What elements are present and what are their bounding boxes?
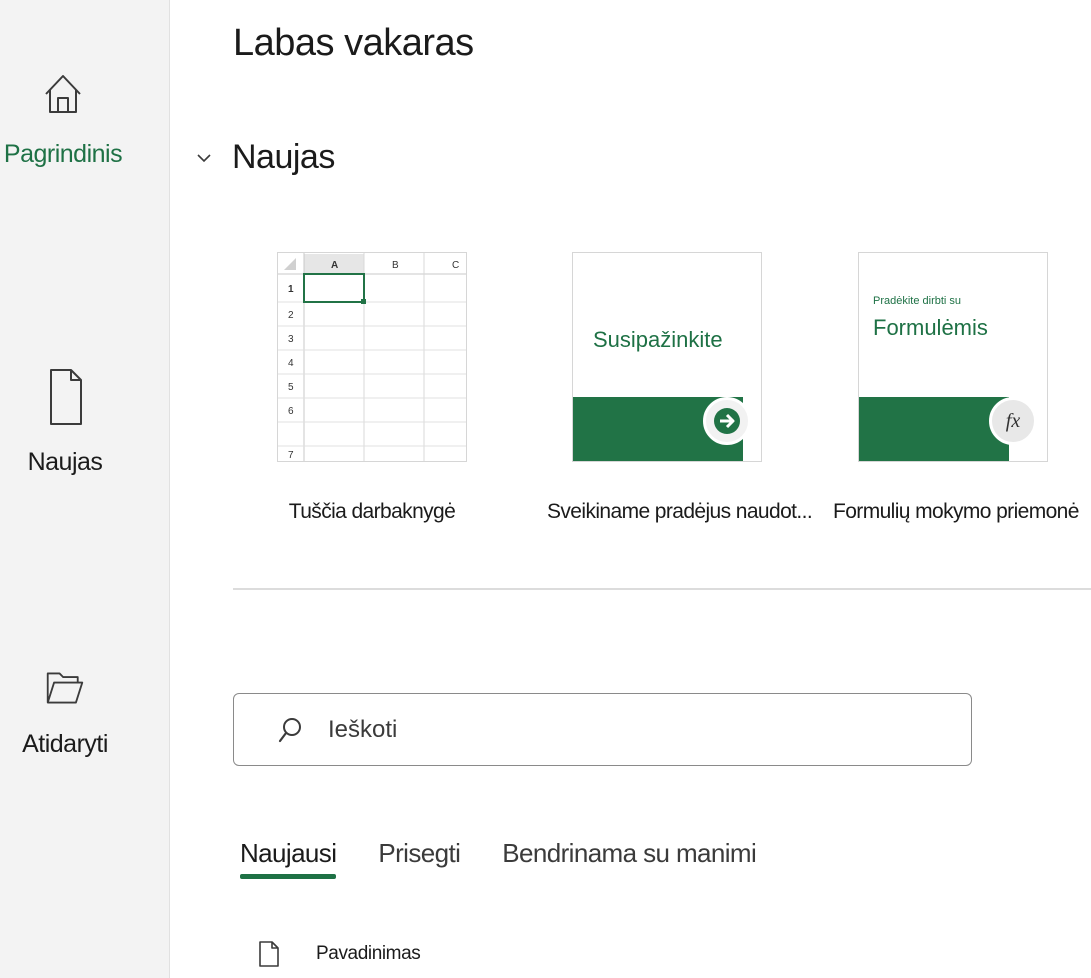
thumbnail-subtitle: Pradėkite dirbti su <box>873 295 962 307</box>
thumbnail-title: Susipažinkite <box>593 327 723 352</box>
new-file-icon <box>50 369 82 425</box>
sidebar-item-open[interactable]: Atidaryti <box>0 666 150 759</box>
new-section-toggle[interactable]: Naujas <box>196 138 335 177</box>
file-list-header: Pavadinimas <box>258 940 421 968</box>
fx-icon-label: fx <box>1005 409 1021 432</box>
grid-column-header: B <box>392 260 399 271</box>
grid-column-header: A <box>331 260 338 271</box>
tab-pinned[interactable]: Prisegti <box>378 838 461 879</box>
template-label: Sveikiname pradėjus naudot... <box>547 500 813 523</box>
fx-icon: fx <box>989 397 1037 445</box>
grid-row-header: 7 <box>288 450 294 461</box>
template-thumbnail: Pradėkite dirbti su Formulėmis fx <box>858 252 1048 462</box>
sidebar-item-home[interactable]: Pagrindinis <box>0 72 148 169</box>
tab-recent[interactable]: Naujausi <box>240 838 337 879</box>
search-input[interactable] <box>328 715 888 744</box>
open-folder-icon <box>46 672 84 704</box>
template-label: Formulių mokymo priemonė <box>833 500 1079 523</box>
sidebar-item-label: Pagrindinis <box>3 140 123 168</box>
sidebar: Pagrindinis Naujas Atidaryti <box>0 0 170 978</box>
section-divider <box>233 588 1091 590</box>
grid-row-header: 1 <box>288 284 294 295</box>
column-header-name[interactable]: Pavadinimas <box>316 943 421 965</box>
template-label: Tuščia darbaknygė <box>288 500 456 523</box>
thumbnail-title: Formulėmis <box>873 315 988 340</box>
greeting-title: Labas vakaras <box>233 22 474 64</box>
grid-row-header: 6 <box>288 406 294 417</box>
template-welcome-tour[interactable]: Susipažinkite Sveikiname pradėjus naudot… <box>547 252 813 524</box>
grid-column-header: C <box>452 260 459 271</box>
file-tabs: Naujausi Prisegti Bendrinama su manimi <box>240 838 798 879</box>
template-thumbnail: A B C 1 2 3 4 5 6 7 <box>277 252 467 462</box>
arrow-right-icon <box>703 397 751 445</box>
grid-row-header: 5 <box>288 382 294 393</box>
chevron-down-icon <box>197 153 211 162</box>
excel-start-page: Pagrindinis Naujas Atidaryti Labas vakar… <box>0 0 1091 978</box>
search-icon <box>278 717 301 742</box>
sidebar-item-label: Naujas <box>27 448 103 476</box>
grid-row-header: 2 <box>288 310 294 321</box>
home-icon <box>45 75 81 113</box>
template-blank-workbook[interactable]: A B C 1 2 3 4 5 6 7 Tuščia darbaknygė <box>252 252 492 524</box>
grid-row-header: 4 <box>288 358 294 369</box>
search-box[interactable] <box>233 693 972 766</box>
section-title: Naujas <box>232 138 335 176</box>
file-icon <box>259 941 279 967</box>
sidebar-item-new[interactable]: Naujas <box>0 366 150 477</box>
template-formulas-tutorial[interactable]: Pradėkite dirbti su Formulėmis fx Formul… <box>833 252 1079 524</box>
template-thumbnail: Susipažinkite <box>572 252 762 462</box>
grid-row-header: 3 <box>288 334 294 345</box>
thumbnail-band <box>859 397 1009 461</box>
spreadsheet-grid-icon: A B C 1 2 3 4 5 6 7 <box>278 253 466 461</box>
tab-shared-with-me[interactable]: Bendrinama su manimi <box>502 838 757 879</box>
sidebar-item-label: Atidaryti <box>22 730 108 758</box>
